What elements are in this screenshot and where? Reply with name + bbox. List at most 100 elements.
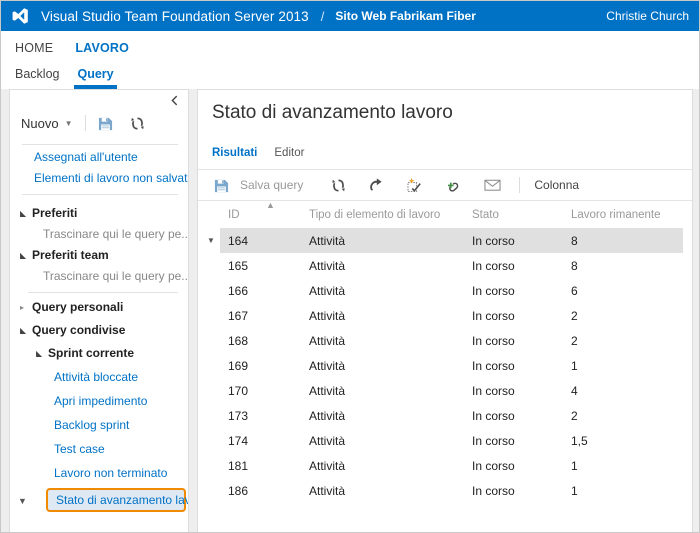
- table-row[interactable]: 166 Attività In corso 6: [198, 278, 692, 303]
- add-link-icon[interactable]: [439, 173, 465, 197]
- tree-node-preferiti-team[interactable]: ◣ Preferiti team: [20, 248, 109, 262]
- tree-node-sprint-corrente[interactable]: ◣ Sprint corrente: [36, 346, 134, 360]
- table-row[interactable]: 167 Attività In corso 2: [198, 303, 692, 328]
- cell-remaining: 2: [571, 309, 578, 323]
- save-icon[interactable]: [208, 173, 234, 197]
- cell-remaining: 1: [571, 484, 578, 498]
- cell-state: In corso: [472, 384, 515, 398]
- tree-node-label: Query personali: [32, 300, 124, 314]
- body-area: Nuovo ▼ Assegnati all'utente Elementi di…: [1, 89, 699, 532]
- column-options-button[interactable]: Colonna: [534, 178, 579, 192]
- cell-state: In corso: [472, 484, 515, 498]
- cell-remaining: 2: [571, 334, 578, 348]
- row-background: [220, 303, 683, 328]
- table-row[interactable]: 169 Attività In corso 1: [198, 353, 692, 378]
- query-item-lavoro-non-terminato[interactable]: Lavoro non terminato: [54, 466, 167, 480]
- table-row[interactable]: 165 Attività In corso 8: [198, 253, 692, 278]
- expanded-triangle-icon[interactable]: ◣: [20, 326, 32, 335]
- table-row[interactable]: 173 Attività In corso 2: [198, 403, 692, 428]
- cell-state: In corso: [472, 434, 515, 448]
- tree-node-label: Sprint corrente: [48, 346, 135, 360]
- table-row[interactable]: 168 Attività In corso 2: [198, 328, 692, 353]
- new-query-button[interactable]: Nuovo: [21, 116, 59, 131]
- nav-item-home[interactable]: HOME: [15, 41, 53, 55]
- collapsed-triangle-icon[interactable]: ▸: [20, 303, 32, 312]
- query-item-test-case[interactable]: Test case: [54, 442, 105, 456]
- sort-ascending-icon[interactable]: ▲: [266, 200, 275, 210]
- query-item-stato-avanzamento-lavoro-selected[interactable]: Stato di avanzamento lavoro: [46, 488, 188, 512]
- table-row[interactable]: 170 Attività In corso 4: [198, 378, 692, 403]
- query-item-attivita-bloccate[interactable]: Attività bloccate: [54, 370, 138, 384]
- column-header-id[interactable]: ID: [228, 209, 240, 221]
- redo-arrow-icon[interactable]: [363, 173, 389, 197]
- cell-remaining: 1,5: [571, 434, 588, 448]
- sidebar-link-unsaved[interactable]: Elementi di lavoro non salvati: [34, 171, 188, 185]
- cell-type: Attività: [309, 334, 346, 348]
- tab-risultati[interactable]: Risultati: [212, 147, 257, 159]
- expanded-triangle-icon[interactable]: ◣: [36, 349, 48, 358]
- save-icon[interactable]: [95, 113, 117, 133]
- cell-type: Attività: [309, 409, 346, 423]
- cell-id: 166: [228, 284, 249, 298]
- envelope-icon[interactable]: [479, 173, 505, 197]
- column-header-remaining[interactable]: Lavoro rimanente: [571, 209, 661, 221]
- row-background: [220, 253, 683, 278]
- cell-state: In corso: [472, 459, 515, 473]
- tree-node-preferiti[interactable]: ◣ Preferiti: [20, 206, 77, 220]
- results-toolbar: Salva query Colonna: [198, 170, 692, 200]
- cell-type: Attività: [309, 359, 346, 373]
- project-name[interactable]: Sito Web Fabrikam Fiber: [335, 9, 475, 23]
- query-item-label: Stato di avanzamento lavoro: [56, 493, 188, 507]
- sidebar-scroll-down-icon[interactable]: ▼: [18, 496, 27, 506]
- query-item-apri-impedimento[interactable]: Apri impedimento: [54, 394, 147, 408]
- user-name[interactable]: Christie Church: [606, 1, 689, 31]
- cell-remaining: 1: [571, 459, 578, 473]
- column-header-type[interactable]: Tipo di elemento di lavoro: [309, 209, 440, 221]
- cell-id: 165: [228, 259, 249, 273]
- table-row[interactable]: 174 Attività In corso 1,5: [198, 428, 692, 453]
- sidebar-divider-tree: [28, 292, 178, 293]
- cell-type: Attività: [309, 234, 346, 248]
- sidebar-link-assigned[interactable]: Assegnati all'utente: [34, 150, 138, 164]
- query-results-pane: Stato di avanzamento lavoro Risultati Ed…: [197, 89, 693, 532]
- tab-query[interactable]: Query: [74, 67, 117, 89]
- cell-id: 186: [228, 484, 249, 498]
- cell-type: Attività: [309, 259, 346, 273]
- tree-node-query-personali[interactable]: ▸ Query personali: [20, 300, 123, 314]
- column-header-state[interactable]: Stato: [472, 209, 499, 221]
- cell-state: In corso: [472, 359, 515, 373]
- table-row[interactable]: 186 Attività In corso 1: [198, 478, 692, 503]
- cell-state: In corso: [472, 409, 515, 423]
- result-tabs: Risultati Editor: [212, 147, 304, 159]
- visual-studio-logo-icon: [10, 5, 32, 27]
- toolbar-divider: [84, 115, 86, 131]
- row-background: [220, 453, 683, 478]
- collapse-sidebar-icon[interactable]: [166, 92, 182, 108]
- toolbar-divider: [519, 177, 521, 193]
- save-query-button[interactable]: Salva query: [240, 178, 303, 192]
- nav-item-lavoro[interactable]: LAVORO: [75, 41, 129, 55]
- table-row[interactable]: 181 Attività In corso 1: [198, 453, 692, 478]
- expanded-triangle-icon[interactable]: ◣: [20, 251, 32, 260]
- cell-state: In corso: [472, 284, 515, 298]
- table-row[interactable]: ▼ 164 Attività In corso 8: [198, 228, 692, 253]
- tree-node-label: Query condivise: [32, 323, 126, 337]
- expanded-triangle-icon[interactable]: ◣: [20, 209, 32, 218]
- refresh-icon[interactable]: [127, 113, 149, 133]
- sidebar-divider-top: [22, 144, 178, 145]
- cell-type: Attività: [309, 484, 346, 498]
- row-expand-caret-icon[interactable]: ▼: [207, 236, 215, 245]
- tab-editor[interactable]: Editor: [274, 147, 304, 159]
- query-sidebar: Nuovo ▼ Assegnati all'utente Elementi di…: [9, 89, 189, 532]
- new-work-item-icon[interactable]: [401, 173, 427, 197]
- query-item-backlog-sprint[interactable]: Backlog sprint: [54, 418, 129, 432]
- cell-id: 169: [228, 359, 249, 373]
- row-background: [220, 403, 683, 428]
- tab-backlog[interactable]: Backlog: [15, 67, 59, 89]
- cell-id: 170: [228, 384, 249, 398]
- app-window: Visual Studio Team Foundation Server 201…: [0, 0, 700, 533]
- cell-id: 164: [228, 234, 249, 248]
- refresh-icon[interactable]: [325, 173, 351, 197]
- chevron-down-icon[interactable]: ▼: [65, 119, 73, 128]
- tree-node-query-condivise[interactable]: ◣ Query condivise: [20, 323, 125, 337]
